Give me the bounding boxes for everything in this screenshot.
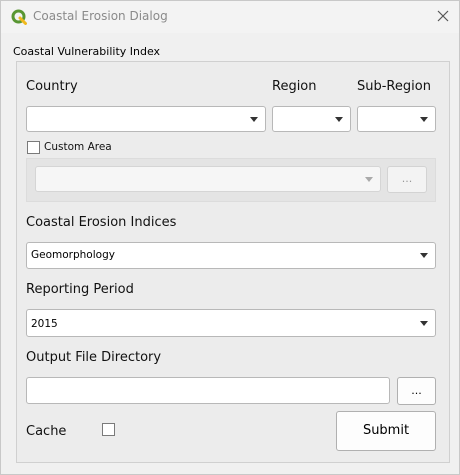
output-dir-label: Output File Directory	[26, 350, 162, 365]
country-label: Country	[26, 79, 78, 94]
chevron-down-icon	[420, 321, 428, 326]
indices-label: Coastal Erosion Indices	[26, 215, 177, 230]
indices-select[interactable]: Geomorphology	[26, 242, 436, 269]
cache-label: Cache	[26, 424, 67, 439]
chevron-down-icon	[365, 177, 373, 182]
reporting-period-value: 2015	[31, 318, 58, 330]
reporting-period-select[interactable]: 2015	[26, 309, 436, 337]
region-select[interactable]	[272, 106, 351, 132]
output-dir-input[interactable]	[26, 377, 390, 404]
custom-area-checkbox[interactable]	[27, 141, 40, 154]
submit-button[interactable]: Submit	[336, 411, 436, 451]
qgis-logo-icon	[11, 9, 27, 25]
group-title: Coastal Vulnerability Index	[13, 45, 161, 58]
custom-area-select[interactable]	[35, 166, 381, 192]
custom-area-browse-button[interactable]: ...	[387, 166, 427, 193]
reporting-label: Reporting Period	[26, 282, 134, 297]
chevron-down-icon	[250, 117, 258, 122]
subregion-select[interactable]	[357, 106, 436, 132]
window-title: Coastal Erosion Dialog	[33, 9, 168, 23]
chevron-down-icon	[335, 117, 343, 122]
custom-area-label: Custom Area	[44, 141, 112, 153]
chevron-down-icon	[420, 253, 428, 258]
country-select[interactable]	[26, 106, 266, 132]
close-icon[interactable]	[433, 6, 453, 26]
title-bar: Coastal Erosion Dialog	[1, 1, 459, 33]
subregion-label: Sub-Region	[357, 79, 431, 94]
cache-checkbox[interactable]	[102, 423, 115, 436]
region-label: Region	[272, 79, 317, 94]
indices-value: Geomorphology	[31, 249, 115, 261]
chevron-down-icon	[420, 117, 428, 122]
dialog-window: Coastal Erosion Dialog Coastal Vulnerabi…	[0, 0, 460, 475]
output-dir-browse-button[interactable]: ...	[397, 377, 436, 405]
